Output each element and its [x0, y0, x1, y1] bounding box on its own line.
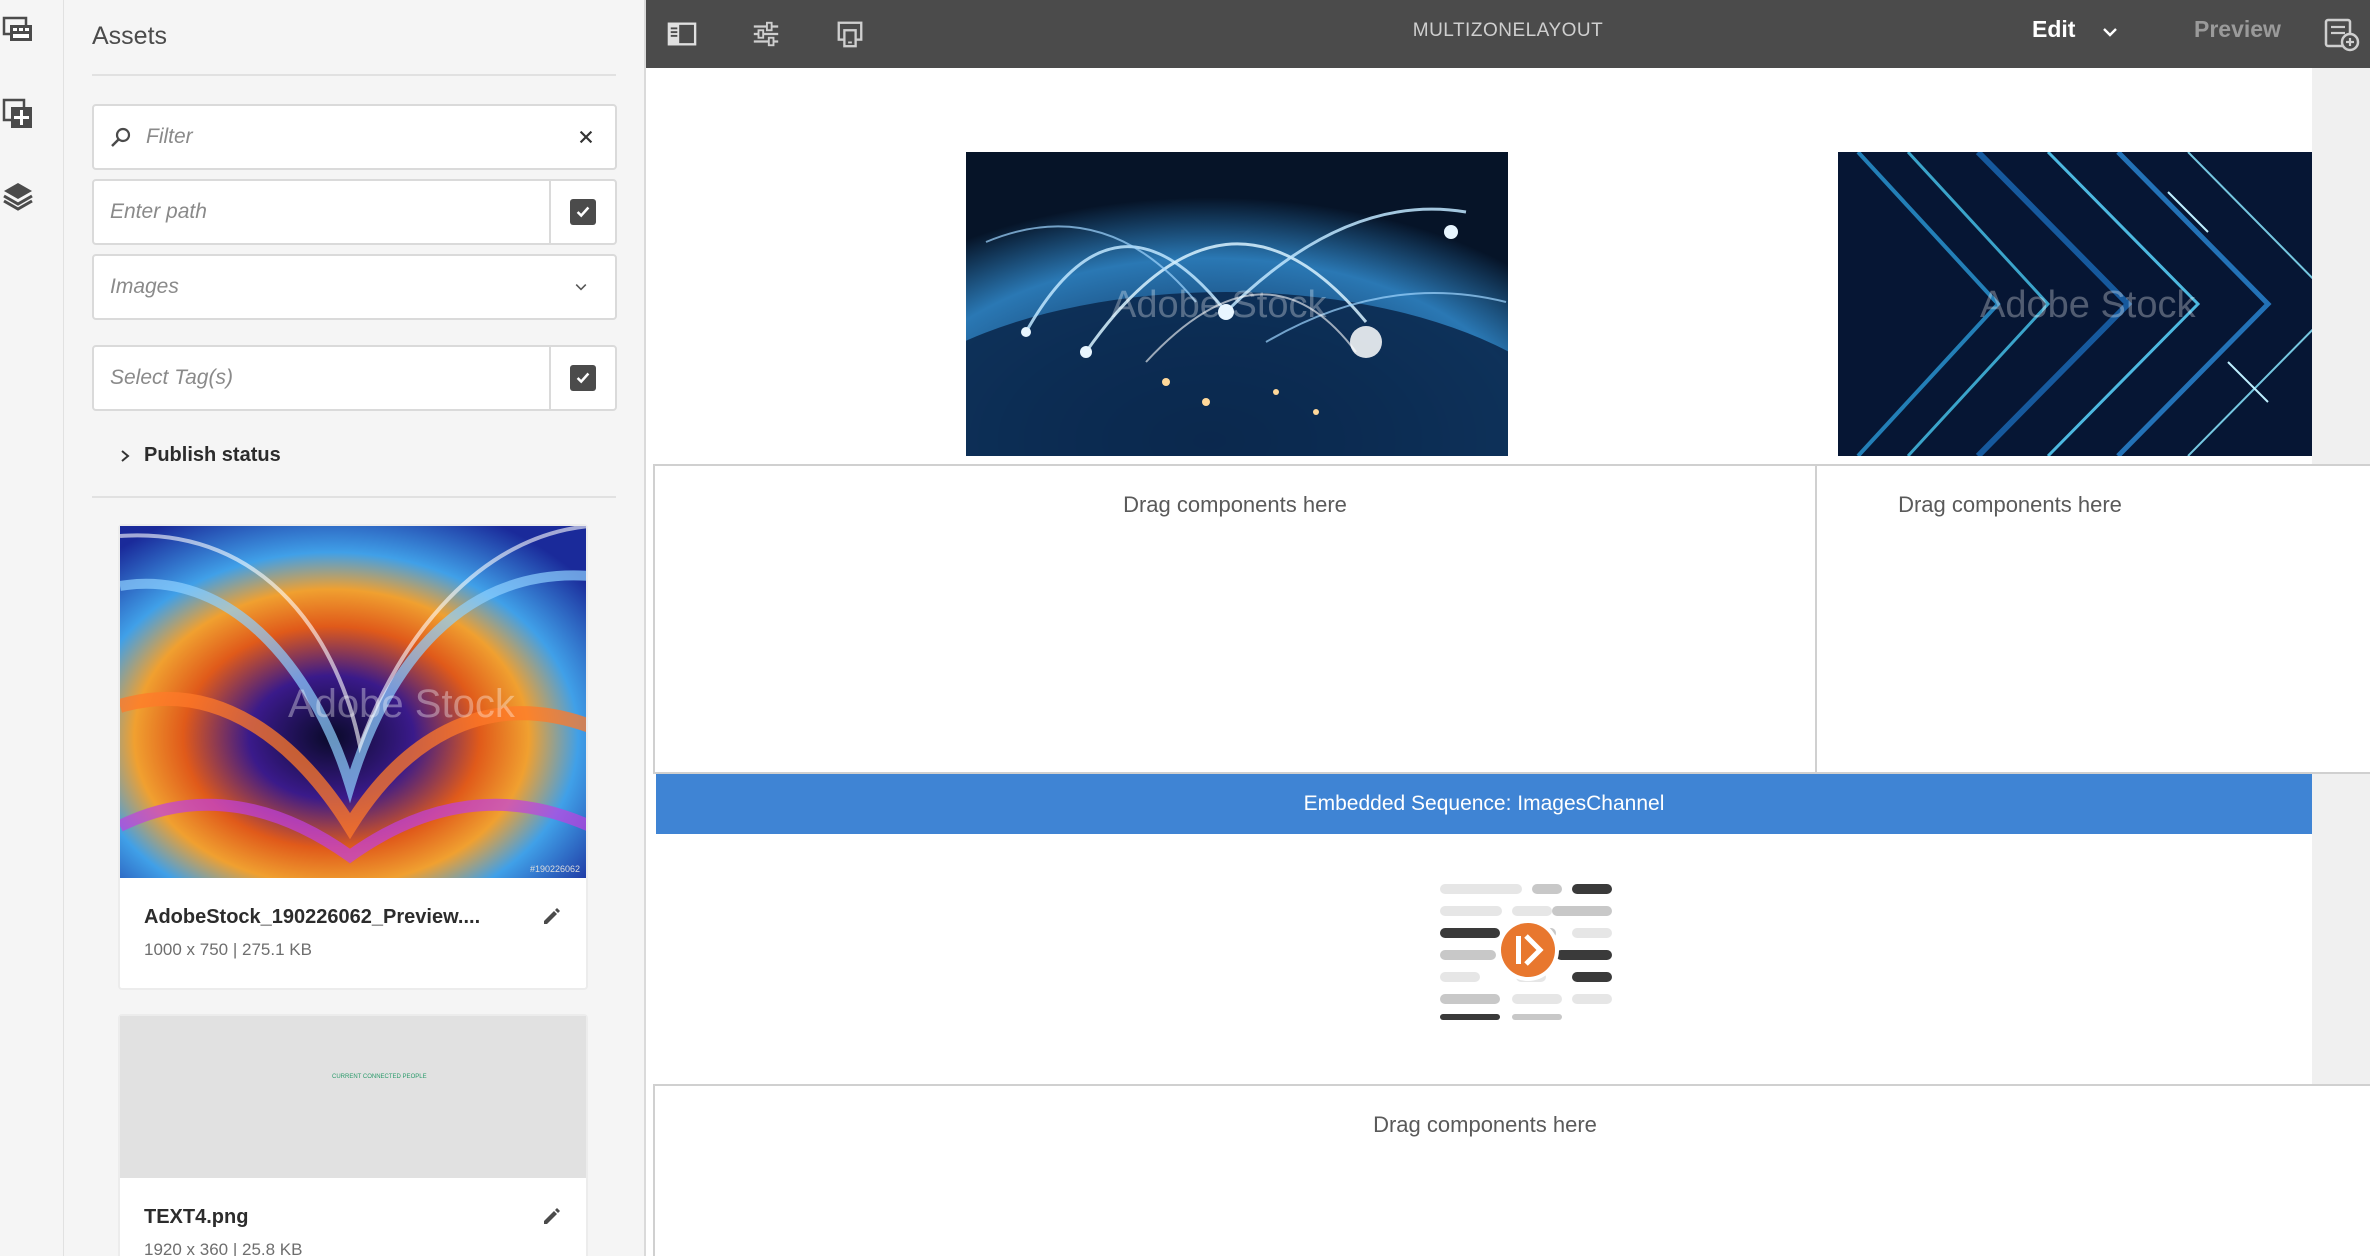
asset-meta: TEXT4.png 1920 x 360 | 25.8 KB: [120, 1178, 586, 1256]
layers-icon[interactable]: [0, 178, 36, 214]
filmstrip-icon[interactable]: [0, 12, 36, 48]
publish-status-label: Publish status: [144, 444, 281, 466]
divider: [92, 74, 616, 76]
search-icon: [111, 127, 131, 147]
drop-zone-label: Drag components here: [1898, 492, 2122, 517]
mode-select[interactable]: Edit: [2032, 16, 2075, 43]
editor-toolbar: MULTIZONELAYOUT Edit Preview: [646, 0, 2370, 68]
drop-zone[interactable]: Drag components here: [1815, 464, 2370, 774]
path-input[interactable]: Enter path: [94, 200, 549, 224]
asset-card[interactable]: CURRENT CONNECTED PEOPLE TEXT4.png 1920 …: [118, 1014, 588, 1256]
toggle-side-panel-icon[interactable]: [662, 14, 702, 54]
path-field[interactable]: Enter path: [92, 179, 617, 245]
page-properties-icon[interactable]: [746, 14, 786, 54]
chevron-down-icon[interactable]: [561, 279, 601, 295]
pencil-icon[interactable]: [540, 906, 562, 928]
add-component-icon[interactable]: [0, 96, 36, 132]
asset-id-label: #190226062: [529, 864, 580, 874]
asset-thumbnail: CURRENT CONNECTED PEOPLE: [120, 1016, 586, 1178]
type-select[interactable]: Images: [92, 254, 617, 320]
filter-input[interactable]: Filter: [132, 125, 571, 149]
chevron-down-icon[interactable]: [2098, 20, 2122, 44]
asset-name: TEXT4.png: [144, 1206, 249, 1228]
drop-zone[interactable]: Drag components here: [653, 464, 1817, 774]
close-icon[interactable]: [571, 122, 601, 152]
device-preview-icon[interactable]: [830, 14, 870, 54]
asset-meta: AdobeStock_190226062_Preview.... 1000 x …: [120, 878, 586, 990]
divider: [92, 496, 616, 498]
asset-thumbnail: Adobe Stock #190226062: [120, 526, 586, 878]
app-root: Assets Filter Enter path Images Select T…: [0, 0, 2370, 1256]
image-component[interactable]: Adobe Stock: [1838, 152, 2312, 456]
drop-zone-label: Drag components here: [1123, 492, 1347, 517]
preview-button[interactable]: Preview: [2194, 16, 2281, 43]
panel-title: Assets: [92, 22, 168, 50]
embedded-sequence-header[interactable]: Embedded Sequence: ImagesChannel: [656, 774, 2312, 834]
type-select-value: Images: [110, 275, 179, 298]
drop-zone-label: Drag components here: [1373, 1112, 1597, 1137]
asset-info: 1920 x 360 | 25.8 KB: [144, 1240, 303, 1256]
asset-watermark: Adobe Stock: [288, 682, 515, 726]
tags-browse-button[interactable]: [549, 347, 615, 409]
chevron-right-icon: [121, 449, 130, 462]
filter-field[interactable]: Filter: [92, 104, 617, 170]
asset-thumb-text: CURRENT CONNECTED PEOPLE: [332, 1074, 427, 1080]
tags-input[interactable]: Select Tag(s): [94, 366, 549, 390]
pencil-icon[interactable]: [540, 1206, 562, 1228]
asset-info: 1000 x 750 | 275.1 KB: [144, 940, 312, 959]
asset-name: AdobeStock_190226062_Preview....: [144, 906, 481, 928]
drop-zone[interactable]: Drag components here: [653, 1084, 2370, 1256]
checkmark-icon: [570, 365, 596, 391]
path-browse-button[interactable]: [549, 181, 615, 243]
asset-card[interactable]: Adobe Stock #190226062 AdobeStock_190226…: [118, 524, 588, 990]
image-watermark: Adobe Stock: [1980, 284, 2196, 326]
embedded-sequence-icon[interactable]: [1436, 880, 1616, 1020]
annotations-icon[interactable]: [2322, 14, 2362, 54]
image-watermark: Adobe Stock: [1111, 284, 1327, 326]
assets-panel: Assets Filter Enter path Images Select T…: [64, 0, 646, 1256]
checkmark-icon: [570, 199, 596, 225]
side-rail: [0, 0, 64, 1256]
publish-status-toggle[interactable]: Publish status: [118, 444, 281, 467]
tags-field[interactable]: Select Tag(s): [92, 345, 617, 411]
image-component[interactable]: Adobe Stock: [966, 152, 1508, 456]
